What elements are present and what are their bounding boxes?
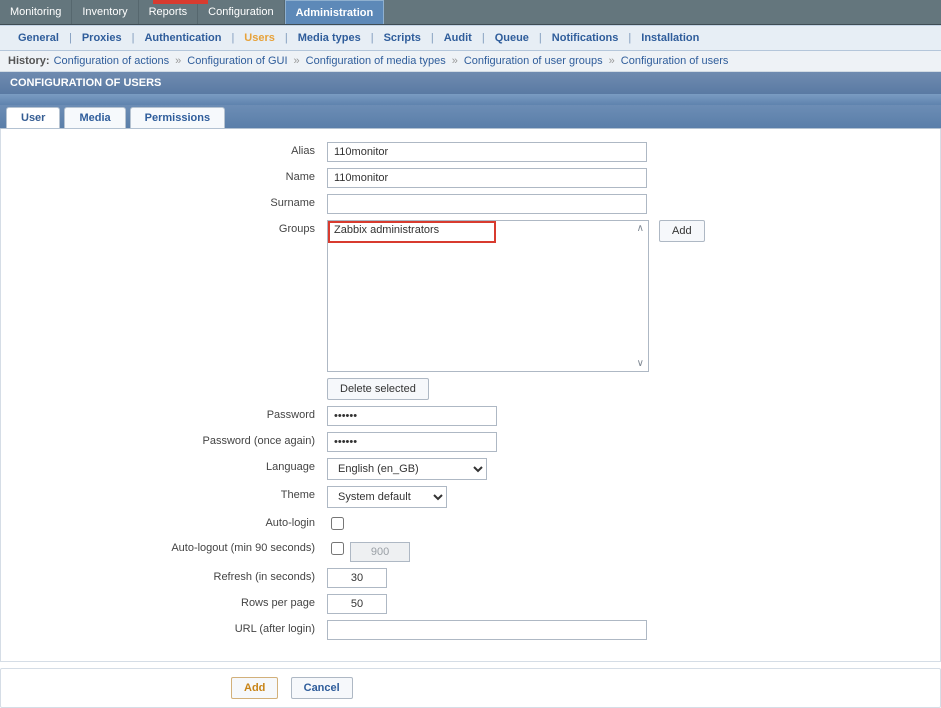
- main-nav: Monitoring Inventory Reports Configurati…: [0, 0, 941, 25]
- subnav-authentication[interactable]: Authentication: [134, 32, 231, 44]
- add-group-button[interactable]: Add: [659, 220, 705, 242]
- delete-selected-button[interactable]: Delete selected: [327, 378, 429, 400]
- subnav-scripts[interactable]: Scripts: [374, 32, 431, 44]
- form-tabs: User Media Permissions: [0, 105, 941, 129]
- history-link[interactable]: Configuration of user groups: [464, 55, 603, 67]
- label-name: Name: [1, 165, 323, 191]
- sub-nav: General| Proxies| Authentication| Users|…: [0, 25, 941, 51]
- scroll-up-icon[interactable]: ∧: [637, 223, 644, 234]
- form-area: Alias Name Surname Groups Zabbix adminis…: [0, 129, 941, 662]
- password-input[interactable]: [327, 406, 497, 426]
- subnav-users[interactable]: Users: [234, 32, 285, 44]
- label-refresh: Refresh (in seconds): [1, 565, 323, 591]
- brand-strip: [153, 0, 208, 4]
- label-password2: Password (once again): [1, 429, 323, 455]
- subnav-queue[interactable]: Queue: [485, 32, 539, 44]
- surname-input[interactable]: [327, 194, 647, 214]
- label-language: Language: [1, 455, 323, 483]
- label-alias: Alias: [1, 139, 323, 165]
- theme-select[interactable]: System default: [327, 486, 447, 508]
- label-autologin: Auto-login: [1, 511, 323, 536]
- subnav-media-types[interactable]: Media types: [288, 32, 371, 44]
- label-groups: Groups: [1, 217, 323, 403]
- history-link[interactable]: Configuration of actions: [54, 55, 170, 67]
- label-password: Password: [1, 403, 323, 429]
- nav-configuration[interactable]: Configuration: [198, 0, 284, 24]
- add-button[interactable]: Add: [231, 677, 278, 699]
- name-input[interactable]: [327, 168, 647, 188]
- subnav-notifications[interactable]: Notifications: [542, 32, 629, 44]
- refresh-input[interactable]: [327, 568, 387, 588]
- groups-listbox[interactable]: Zabbix administrators ∧ ∨: [327, 220, 649, 372]
- tab-media[interactable]: Media: [64, 107, 125, 128]
- history-label: History:: [8, 55, 50, 67]
- label-url: URL (after login): [1, 617, 323, 643]
- tab-permissions[interactable]: Permissions: [130, 107, 225, 128]
- subnav-general[interactable]: General: [8, 32, 69, 44]
- autologout-input: [350, 542, 410, 562]
- form-footer: Add Cancel: [0, 668, 941, 708]
- history-link[interactable]: Configuration of media types: [306, 55, 446, 67]
- history-bar: History: Configuration of actions» Confi…: [0, 51, 941, 72]
- alias-input[interactable]: [327, 142, 647, 162]
- autologout-checkbox[interactable]: [331, 542, 344, 555]
- cancel-button[interactable]: Cancel: [291, 677, 353, 699]
- label-theme: Theme: [1, 483, 323, 511]
- tab-user[interactable]: User: [6, 107, 60, 128]
- subnav-installation[interactable]: Installation: [631, 32, 709, 44]
- url-input[interactable]: [327, 620, 647, 640]
- label-rows: Rows per page: [1, 591, 323, 617]
- group-item[interactable]: Zabbix administrators: [328, 221, 648, 239]
- password-again-input[interactable]: [327, 432, 497, 452]
- autologin-checkbox[interactable]: [331, 517, 344, 530]
- language-select[interactable]: English (en_GB): [327, 458, 487, 480]
- nav-inventory[interactable]: Inventory: [72, 0, 138, 24]
- rows-input[interactable]: [327, 594, 387, 614]
- history-link[interactable]: Configuration of GUI: [187, 55, 287, 67]
- history-link[interactable]: Configuration of users: [621, 55, 729, 67]
- nav-administration[interactable]: Administration: [285, 0, 385, 24]
- subnav-audit[interactable]: Audit: [434, 32, 482, 44]
- subnav-proxies[interactable]: Proxies: [72, 32, 132, 44]
- scroll-down-icon[interactable]: ∨: [637, 358, 644, 369]
- nav-monitoring[interactable]: Monitoring: [0, 0, 72, 24]
- label-surname: Surname: [1, 191, 323, 217]
- page-title: Configuration of users: [0, 72, 941, 94]
- label-autologout: Auto-logout (min 90 seconds): [1, 536, 323, 565]
